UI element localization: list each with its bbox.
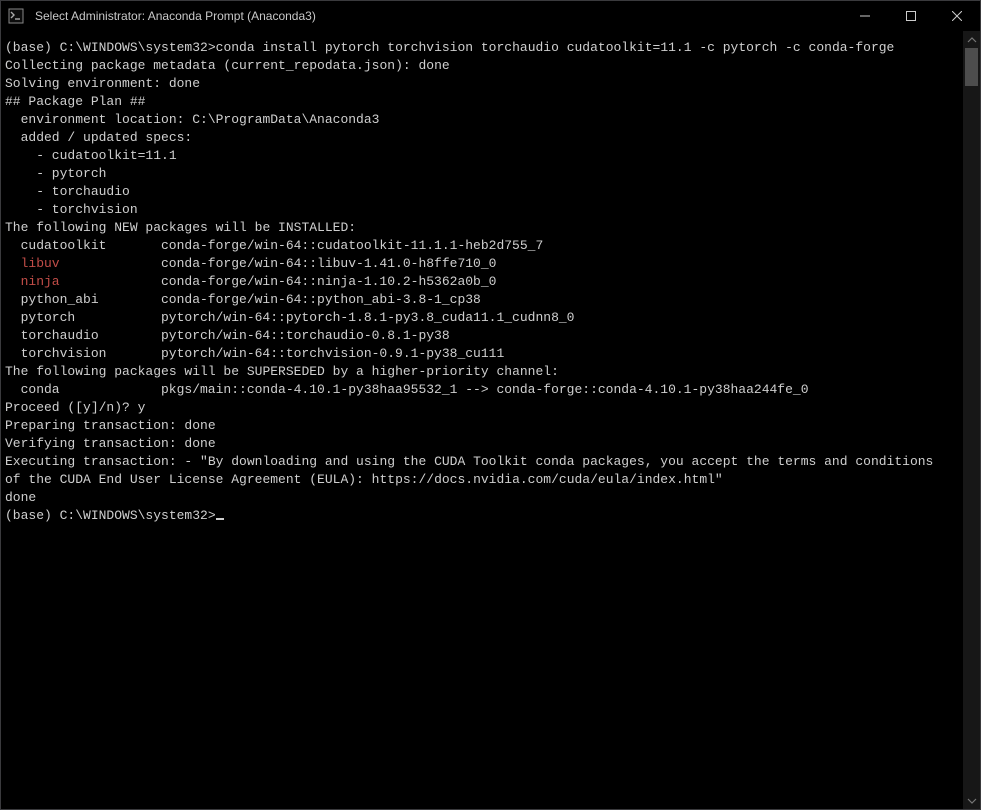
package-name: python_abi (5, 291, 161, 309)
command-text: conda install pytorch torchvision torcha… (216, 40, 895, 55)
superseded-row: condapkgs/main::conda-4.10.1-py38haa9553… (3, 381, 963, 399)
package-spec: conda-forge/win-64::cudatoolkit-11.1.1-h… (161, 237, 543, 255)
package-spec: pytorch/win-64::torchaudio-0.8.1-py38 (161, 327, 450, 345)
package-name: ninja (5, 273, 161, 291)
package-row: libuvconda-forge/win-64::libuv-1.41.0-h8… (3, 255, 963, 273)
package-name: libuv (5, 255, 161, 273)
prompt: (base) C:\WINDOWS\system32> (5, 508, 216, 523)
package-spec: pytorch/win-64::torchvision-0.9.1-py38_c… (161, 345, 504, 363)
package-name: torchvision (5, 345, 161, 363)
scroll-track[interactable] (963, 48, 980, 792)
terminal-output[interactable]: (base) C:\WINDOWS\system32>conda install… (1, 31, 963, 809)
package-name: conda (5, 381, 161, 399)
terminal-window: Select Administrator: Anaconda Prompt (A… (0, 0, 981, 810)
prompt: (base) C:\WINDOWS\system32> (5, 40, 216, 55)
scroll-thumb[interactable] (965, 48, 978, 86)
package-spec: conda-forge/win-64::python_abi-3.8-1_cp3… (161, 291, 481, 309)
package-row: python_abiconda-forge/win-64::python_abi… (3, 291, 963, 309)
package-spec: pytorch/win-64::pytorch-1.8.1-py3.8_cuda… (161, 309, 574, 327)
scrollbar[interactable] (963, 31, 980, 809)
package-row: torchaudiopytorch/win-64::torchaudio-0.8… (3, 327, 963, 345)
maximize-button[interactable] (888, 1, 934, 31)
scroll-up-button[interactable] (963, 31, 980, 48)
package-name: cudatoolkit (5, 237, 161, 255)
window-title: Select Administrator: Anaconda Prompt (A… (31, 9, 842, 23)
package-spec: conda-forge/win-64::ninja-1.10.2-h5362a0… (161, 273, 496, 291)
titlebar[interactable]: Select Administrator: Anaconda Prompt (A… (1, 1, 980, 31)
package-name: pytorch (5, 309, 161, 327)
cursor (216, 518, 224, 520)
minimize-button[interactable] (842, 1, 888, 31)
package-row: ninjaconda-forge/win-64::ninja-1.10.2-h5… (3, 273, 963, 291)
package-row: pytorchpytorch/win-64::pytorch-1.8.1-py3… (3, 309, 963, 327)
close-button[interactable] (934, 1, 980, 31)
package-spec: conda-forge/win-64::libuv-1.41.0-h8ffe71… (161, 255, 496, 273)
scroll-down-button[interactable] (963, 792, 980, 809)
package-row: cudatoolkitconda-forge/win-64::cudatoolk… (3, 237, 963, 255)
package-spec: pkgs/main::conda-4.10.1-py38haa95532_1 -… (161, 381, 809, 399)
app-icon (1, 8, 31, 24)
package-row: torchvisionpytorch/win-64::torchvision-0… (3, 345, 963, 363)
package-name: torchaudio (5, 327, 161, 345)
